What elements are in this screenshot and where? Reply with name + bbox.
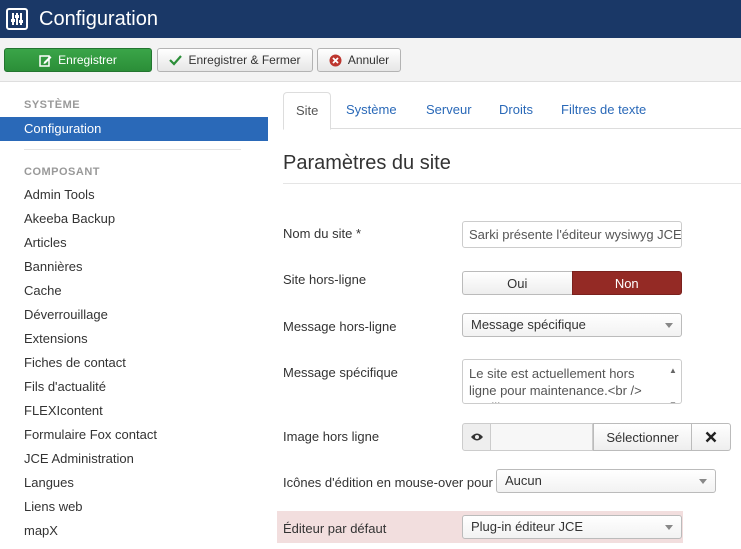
offline-image-field: Sélectionner — [462, 423, 731, 451]
offline-no-button[interactable]: Non — [571, 271, 682, 295]
save-close-button[interactable]: Enregistrer & Fermer — [157, 48, 313, 72]
custom-message-label: Message spécifique — [283, 365, 398, 380]
sidebar-item[interactable]: Akeeba Backup — [24, 209, 115, 229]
save-close-button-label: Enregistrer & Fermer — [188, 53, 301, 67]
offline-yes-button[interactable]: Oui — [462, 271, 572, 295]
sidebar-item[interactable]: JCE Administration — [24, 449, 134, 469]
cancel-button-label: Annuler — [347, 53, 390, 67]
edit-icons-select[interactable]: Aucun — [496, 469, 716, 493]
offline-image-path — [491, 423, 593, 451]
equalizer-icon — [6, 8, 28, 30]
app-header: Configuration — [0, 0, 741, 38]
offline-image-label: Image hors ligne — [283, 429, 380, 444]
offline-message-value: Message spécifique — [471, 317, 586, 332]
default-editor-select[interactable]: Plug-in éditeur JCE — [462, 515, 682, 539]
section-divider — [283, 183, 741, 184]
check-icon — [169, 55, 183, 66]
chevron-down-icon — [665, 525, 673, 530]
cancel-button[interactable]: Annuler — [317, 48, 401, 72]
tab-bar: Site Système Serveur Droits Filtres de t… — [283, 92, 741, 130]
sidebar-item[interactable]: Admin Tools — [24, 185, 95, 205]
edit-icons-value: Aucun — [505, 473, 542, 488]
save-button-label: Enregistrer — [58, 53, 117, 67]
sidebar-item[interactable]: Langues — [24, 473, 74, 493]
sidebar-item[interactable]: Déverrouillage — [24, 305, 108, 325]
chevron-down-icon — [699, 479, 707, 484]
page-header-title: Configuration — [39, 7, 158, 30]
clear-image-button[interactable] — [692, 423, 731, 451]
sidebar-item[interactable]: Extensions — [24, 329, 88, 349]
save-button[interactable]: Enregistrer — [4, 48, 152, 72]
sidebar-item[interactable]: Formulaire Fox contact — [24, 425, 157, 445]
toolbar: Enregistrer Enregistrer & Fermer Annuler — [0, 38, 741, 82]
tab-systeme[interactable]: Système — [334, 92, 409, 129]
close-icon — [705, 431, 717, 443]
site-name-label: Nom du site * — [283, 226, 362, 241]
offline-toggle: Oui Non — [462, 271, 682, 295]
sidebar-item[interactable]: FLEXIcontent — [24, 401, 103, 421]
tab-site[interactable]: Site — [283, 92, 332, 130]
offline-message-label: Message hors-ligne — [283, 319, 397, 334]
sidebar-divider — [24, 149, 241, 150]
tab-serveur[interactable]: Serveur — [414, 92, 484, 129]
custom-message-textarea[interactable]: Le site est actuellement hors ligne pour… — [462, 359, 682, 404]
select-image-button[interactable]: Sélectionner — [593, 423, 692, 451]
cancel-circle-icon — [329, 54, 342, 66]
sidebar-item[interactable]: Bannières — [24, 257, 83, 277]
tab-droits[interactable]: Droits — [487, 92, 545, 129]
sidebar-item[interactable]: mapX — [24, 521, 58, 541]
preview-eye-icon[interactable] — [462, 423, 491, 451]
default-editor-label: Éditeur par défaut — [283, 521, 387, 536]
offline-label: Site hors-ligne — [283, 272, 367, 287]
edit-icons-label: Icônes d'édition en mouse-over pour — [283, 475, 493, 490]
sidebar-heading-system: SYSTÈME — [24, 99, 81, 111]
sidebar-item[interactable]: Fiches de contact — [24, 353, 126, 373]
tab-filtres-texte[interactable]: Filtres de texte — [549, 92, 658, 129]
site-name-input[interactable]: Sarki présente l'éditeur wysiwyg JCE — [462, 221, 682, 248]
sidebar-heading-component: COMPOSANT — [24, 166, 100, 178]
sidebar-item[interactable]: Liens web — [24, 497, 83, 517]
textarea-scrollbar[interactable]: ▲▼ — [669, 362, 679, 403]
section-title: Paramètres du site — [283, 152, 451, 174]
chevron-down-icon — [665, 323, 673, 328]
custom-message-value: Le site est actuellement hors ligne pour… — [469, 366, 642, 403]
sidebar-item[interactable]: Cache — [24, 281, 62, 301]
sidebar-item-configuration[interactable]: Configuration — [0, 117, 268, 141]
default-editor-value: Plug-in éditeur JCE — [471, 519, 583, 534]
sidebar-item[interactable]: Fils d'actualité — [24, 377, 106, 397]
edit-icon — [39, 54, 52, 67]
offline-message-select[interactable]: Message spécifique — [462, 313, 682, 337]
sidebar-item[interactable]: Articles — [24, 233, 67, 253]
